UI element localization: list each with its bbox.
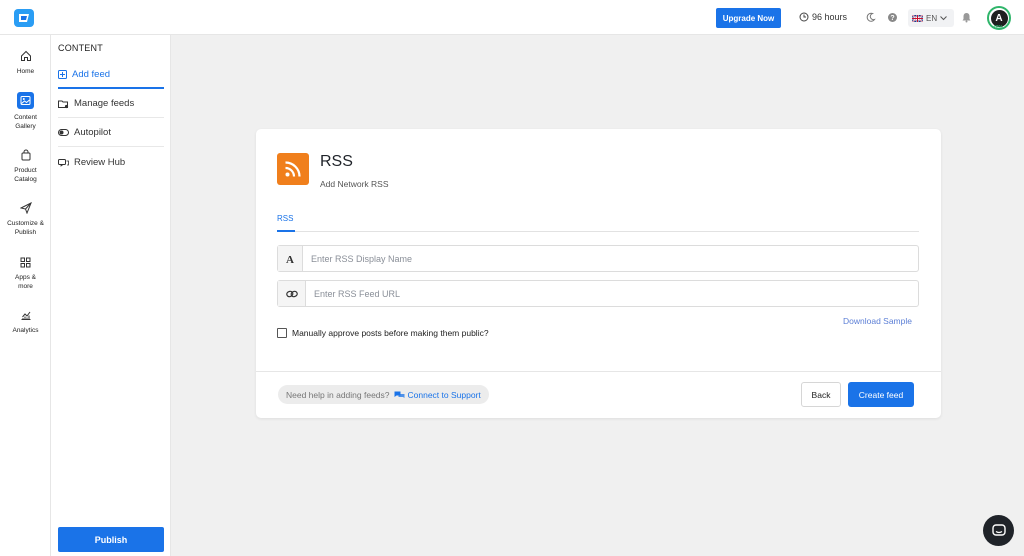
subnav-label-autopilot: Autopilot <box>74 127 111 138</box>
dark-mode-moon-icon[interactable] <box>865 12 876 23</box>
folder-gear-icon <box>58 100 69 108</box>
subnav-item-add-feed[interactable]: Add feed <box>58 61 164 89</box>
nav-item-product-catalog[interactable]: Product Catalog <box>0 148 51 184</box>
nav-label-apps-more: Apps & more <box>15 274 36 290</box>
approve-posts-option[interactable]: Manually approve posts before making the… <box>277 328 489 338</box>
grid-icon <box>19 255 33 269</box>
subnav-item-manage-feeds[interactable]: Manage feeds <box>58 90 164 118</box>
add-rss-feed-card: RSS Add Network RSS RSS A Download Sampl… <box>256 129 941 418</box>
chat-icon <box>991 523 1006 536</box>
reviews-icon <box>58 158 69 167</box>
app-logo[interactable] <box>13 7 35 29</box>
plus-square-icon <box>58 69 67 79</box>
chat-bubbles-icon <box>394 391 404 398</box>
top-bar: Upgrade Now 96 hours ? EN A 40% <box>0 0 1024 35</box>
image-icon <box>17 92 34 109</box>
chart-icon <box>19 308 33 322</box>
publish-button[interactable]: Publish <box>58 527 164 552</box>
link-icon <box>278 281 306 306</box>
card-divider <box>256 371 941 372</box>
svg-text:A: A <box>286 254 294 264</box>
nav-item-customize-publish[interactable]: Customize & Publish <box>0 201 51 237</box>
nav-label-home: Home <box>16 68 35 75</box>
card-title: RSS <box>320 153 353 170</box>
nav-item-home[interactable]: Home <box>0 49 51 76</box>
tab-rss[interactable]: RSS <box>277 207 295 232</box>
upgrade-now-button[interactable]: Upgrade Now <box>716 8 781 28</box>
nav-label-customize-publish: Customize & Publish <box>7 220 44 236</box>
font-a-icon: A <box>278 246 303 271</box>
chevron-down-icon <box>940 15 947 20</box>
left-nav: Home Content Gallery Product Catalog Cus… <box>0 35 51 556</box>
subnav-label-add-feed: Add feed <box>72 68 111 80</box>
clock-icon <box>799 12 809 22</box>
bag-icon <box>19 148 33 162</box>
nav-item-analytics[interactable]: Analytics <box>0 308 51 335</box>
subnav-title: CONTENT <box>58 43 103 53</box>
download-sample-link[interactable]: Download Sample <box>843 316 912 326</box>
nav-item-apps-more[interactable]: Apps & more <box>0 255 51 291</box>
help-pill: Need help in adding feeds? Connect to Su… <box>278 385 489 404</box>
feed-url-field <box>277 280 919 307</box>
uk-flag-icon <box>912 14 923 22</box>
avatar: A <box>990 9 1008 27</box>
subnav-item-review-hub[interactable]: Review Hub <box>58 148 164 176</box>
profile-progress: 40% <box>993 25 1004 31</box>
nav-label-content-gallery: Content Gallery <box>14 114 37 130</box>
home-icon <box>19 49 33 63</box>
connect-support-label: Connect to Support <box>407 389 481 400</box>
subnav-label-manage-feeds: Manage feeds <box>74 98 135 109</box>
language-code: EN <box>926 13 938 23</box>
send-icon <box>19 201 33 215</box>
nav-label-analytics: Analytics <box>12 327 39 334</box>
approve-posts-label: Manually approve posts before making the… <box>292 328 489 338</box>
tab-bar: RSS <box>277 207 919 232</box>
card-subtitle: Add Network RSS <box>320 179 389 189</box>
connect-support-link[interactable]: Connect to Support <box>394 390 481 400</box>
subnav-label-review-hub: Review Hub <box>74 156 126 168</box>
chat-launcher-button[interactable] <box>983 515 1014 546</box>
create-feed-button[interactable]: Create feed <box>848 382 914 407</box>
hours-label: 96 hours <box>812 12 848 22</box>
language-selector[interactable]: EN <box>908 9 954 27</box>
svg-text:?: ? <box>890 15 894 22</box>
help-text: Need help in adding feeds? <box>286 389 390 400</box>
feed-url-input[interactable] <box>306 281 918 306</box>
help-question-icon[interactable]: ? <box>887 12 898 23</box>
toggle-icon <box>58 129 69 136</box>
nav-label-product-catalog: Product Catalog <box>14 167 37 183</box>
back-button[interactable]: Back <box>801 382 841 407</box>
rss-icon <box>277 153 309 185</box>
display-name-field: A <box>277 245 919 272</box>
subnav-item-autopilot[interactable]: Autopilot <box>58 119 164 147</box>
content-subnav: CONTENT Add feed Manage feeds Autopilot … <box>51 35 171 556</box>
hours-remaining[interactable]: 96 hours <box>799 12 847 22</box>
nav-item-content-gallery[interactable]: Content Gallery <box>0 92 51 131</box>
bell-icon[interactable] <box>961 12 972 23</box>
approve-posts-checkbox[interactable] <box>277 328 287 338</box>
display-name-input[interactable] <box>303 246 918 271</box>
